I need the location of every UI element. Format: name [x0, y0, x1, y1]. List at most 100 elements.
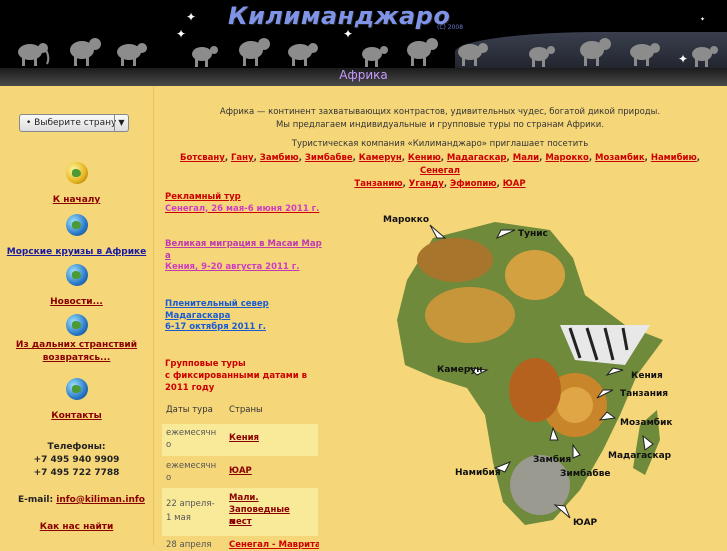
country-link[interactable]: Зимбабве	[305, 153, 353, 163]
country-link[interactable]: Намибию	[651, 153, 697, 163]
tour-promo[interactable]: Рекламный тур Сенегал, 26 мая-6 июня 201…	[165, 192, 325, 215]
country-select[interactable]: • Выберите страну ▼	[19, 114, 129, 132]
tour-title[interactable]: Рекламный тур	[165, 192, 325, 204]
site-logo[interactable]: Килиманджаро	[228, 2, 450, 30]
table-row: 22 апреля- 1 мая Мали. Заповедные мест а	[162, 488, 318, 536]
nav-contacts[interactable]: Контакты	[0, 378, 153, 423]
table-row: ежемесячн о ЮАР	[162, 456, 318, 488]
logo-copyright: (C) 2008	[437, 24, 464, 31]
globe-icon[interactable]	[65, 264, 88, 286]
phones-label: Телефоны:	[47, 442, 106, 452]
tour-dates[interactable]: 6-17 октября 2011 г.	[165, 322, 325, 334]
country-link[interactable]: Танзанию	[354, 179, 402, 189]
africa-map[interactable]: Марокко Тунис Камерун Кения Танзания Мозамбик…	[375, 200, 675, 530]
tour-date: 28 апреля	[166, 540, 212, 550]
intro-text: Африка — континент захватывающих контрас…	[180, 106, 700, 151]
map-label[interactable]: Тунис	[518, 229, 548, 239]
tour-country-link[interactable]: Сенегал - Мавритания	[229, 539, 319, 551]
country-links-row: Танзанию, Уганду, Эфиопию, ЮАР	[178, 178, 702, 191]
email-block: E-mail: info@kiliman.info	[18, 495, 145, 505]
elephants-banner-icon	[18, 38, 718, 67]
tour-country-link[interactable]: Кения	[229, 432, 315, 444]
table-row: ежемесячн о Кения	[162, 424, 318, 456]
tour-country-link[interactable]: а	[229, 516, 315, 528]
nav-news-link[interactable]: Новости...	[50, 297, 103, 307]
country-links: Ботсвану, Гану, Замбию, Зимбабве, Камеру…	[178, 152, 702, 191]
star-icon: ✦	[700, 16, 706, 23]
tour-date: ежемесячн	[166, 428, 217, 438]
how-to-find-us-link[interactable]: Как нас найти	[0, 522, 153, 532]
nav-cruises-link[interactable]: Морские круизы в Африке	[7, 247, 146, 257]
globe-icon[interactable]	[65, 378, 88, 400]
sidebar-divider	[153, 86, 154, 545]
nav-news[interactable]: Новости...	[0, 264, 153, 309]
nav-home[interactable]: К началу	[0, 162, 153, 207]
nav-cruises[interactable]: Морские круизы в Африке	[0, 214, 153, 259]
country-link[interactable]: Эфиопию	[450, 179, 497, 189]
lion-face-image	[557, 387, 593, 423]
country-link[interactable]: ЮАР	[503, 179, 526, 189]
tour-country-link[interactable]: Мали.	[229, 492, 315, 504]
country-link[interactable]: Ботсвану	[180, 153, 225, 163]
tour-madagascar[interactable]: Пленительный север Мадагаскара 6-17 октя…	[165, 299, 325, 334]
col-header-countries: Страны	[229, 405, 263, 415]
map-label[interactable]: Зимбабве	[560, 468, 611, 479]
tour-title[interactable]: Мадагаскара	[165, 311, 325, 323]
map-label[interactable]: Мадагаскар	[608, 451, 672, 461]
nav-contacts-link[interactable]: Контакты	[51, 411, 102, 421]
tour-dates[interactable]: Сенегал, 26 мая-6 июня 2011 г.	[165, 204, 325, 216]
leopard-image	[425, 287, 515, 343]
globe-icon[interactable]	[65, 314, 88, 336]
phones-block: Телефоны: +7 495 940 9909 +7 495 722 778…	[0, 441, 153, 480]
group-tours-heading: Групповые туры с фиксированными датами в…	[165, 358, 315, 394]
country-links-row: Ботсвану, Гану, Замбию, Зимбабве, Камеру…	[178, 152, 702, 178]
country-link[interactable]: Гану	[231, 153, 254, 163]
country-link[interactable]: Замбию	[260, 153, 299, 163]
map-label[interactable]: Кения	[631, 371, 663, 381]
group-tours-line: с фиксированными датами в	[165, 371, 307, 381]
map-label[interactable]: Мозамбик	[620, 417, 673, 428]
nav-travel-stories[interactable]: Из дальних странствий возвратясь...	[0, 314, 153, 365]
tour-date: 22 апреля-	[166, 499, 215, 509]
cheetah-image	[505, 250, 565, 300]
country-select-value: • Выберите страну	[26, 118, 117, 128]
phone-number: +7 495 940 9909	[33, 455, 120, 465]
tour-migration[interactable]: Великая миграция в Масаи Мар а Кения, 9-…	[165, 239, 325, 274]
map-label[interactable]: Камерун	[437, 365, 482, 375]
tour-title[interactable]: Великая миграция в Масаи Мар	[165, 239, 325, 251]
email-link[interactable]: info@kiliman.info	[56, 495, 145, 505]
map-label[interactable]: Замбия	[533, 454, 571, 465]
col-header-dates: Даты тура	[166, 405, 213, 415]
map-label[interactable]: ЮАР	[573, 518, 598, 528]
map-label[interactable]: Марокко	[383, 215, 429, 225]
page-title: Африка	[339, 68, 388, 82]
map-label[interactable]: Намибия	[455, 467, 501, 478]
country-link[interactable]: Марокко	[545, 153, 589, 163]
country-link[interactable]: Камерун	[359, 153, 402, 163]
nav-home-link[interactable]: К началу	[53, 195, 101, 205]
email-label: E-mail:	[18, 495, 54, 505]
separator: ,	[696, 153, 700, 163]
star-icon: ✦	[186, 10, 197, 24]
country-link[interactable]: Мадагаскар	[447, 153, 507, 163]
country-link[interactable]: Мали	[513, 153, 539, 163]
nav-travel-stories-link[interactable]: Из дальних странствий	[0, 339, 153, 352]
chevron-down-icon[interactable]: ▼	[114, 115, 128, 131]
tour-country-link[interactable]: ЮАР	[229, 465, 315, 477]
globe-icon[interactable]	[65, 214, 88, 236]
group-tours-line: Групповые туры	[165, 359, 246, 369]
country-link[interactable]: Сенегал	[420, 166, 460, 176]
country-link[interactable]: Кению	[408, 153, 441, 163]
country-link[interactable]: Уганду	[409, 179, 444, 189]
tour-date: 1 мая	[166, 513, 191, 523]
intro-line: Туристическая компания «Килиманджаро» пр…	[291, 139, 589, 149]
tour-date: о	[166, 440, 172, 450]
nav-travel-stories-link-2[interactable]: возвратясь...	[0, 352, 153, 365]
tour-dates[interactable]: Кения, 9-20 августа 2011 г.	[165, 262, 325, 274]
country-link[interactable]: Мозамбик	[595, 153, 645, 163]
map-label[interactable]: Танзания	[620, 389, 668, 399]
tour-title[interactable]: Пленительный север	[165, 299, 325, 311]
tour-title[interactable]: а	[165, 251, 325, 263]
tour-date: о	[166, 473, 172, 483]
home-globe-icon[interactable]	[65, 162, 88, 184]
